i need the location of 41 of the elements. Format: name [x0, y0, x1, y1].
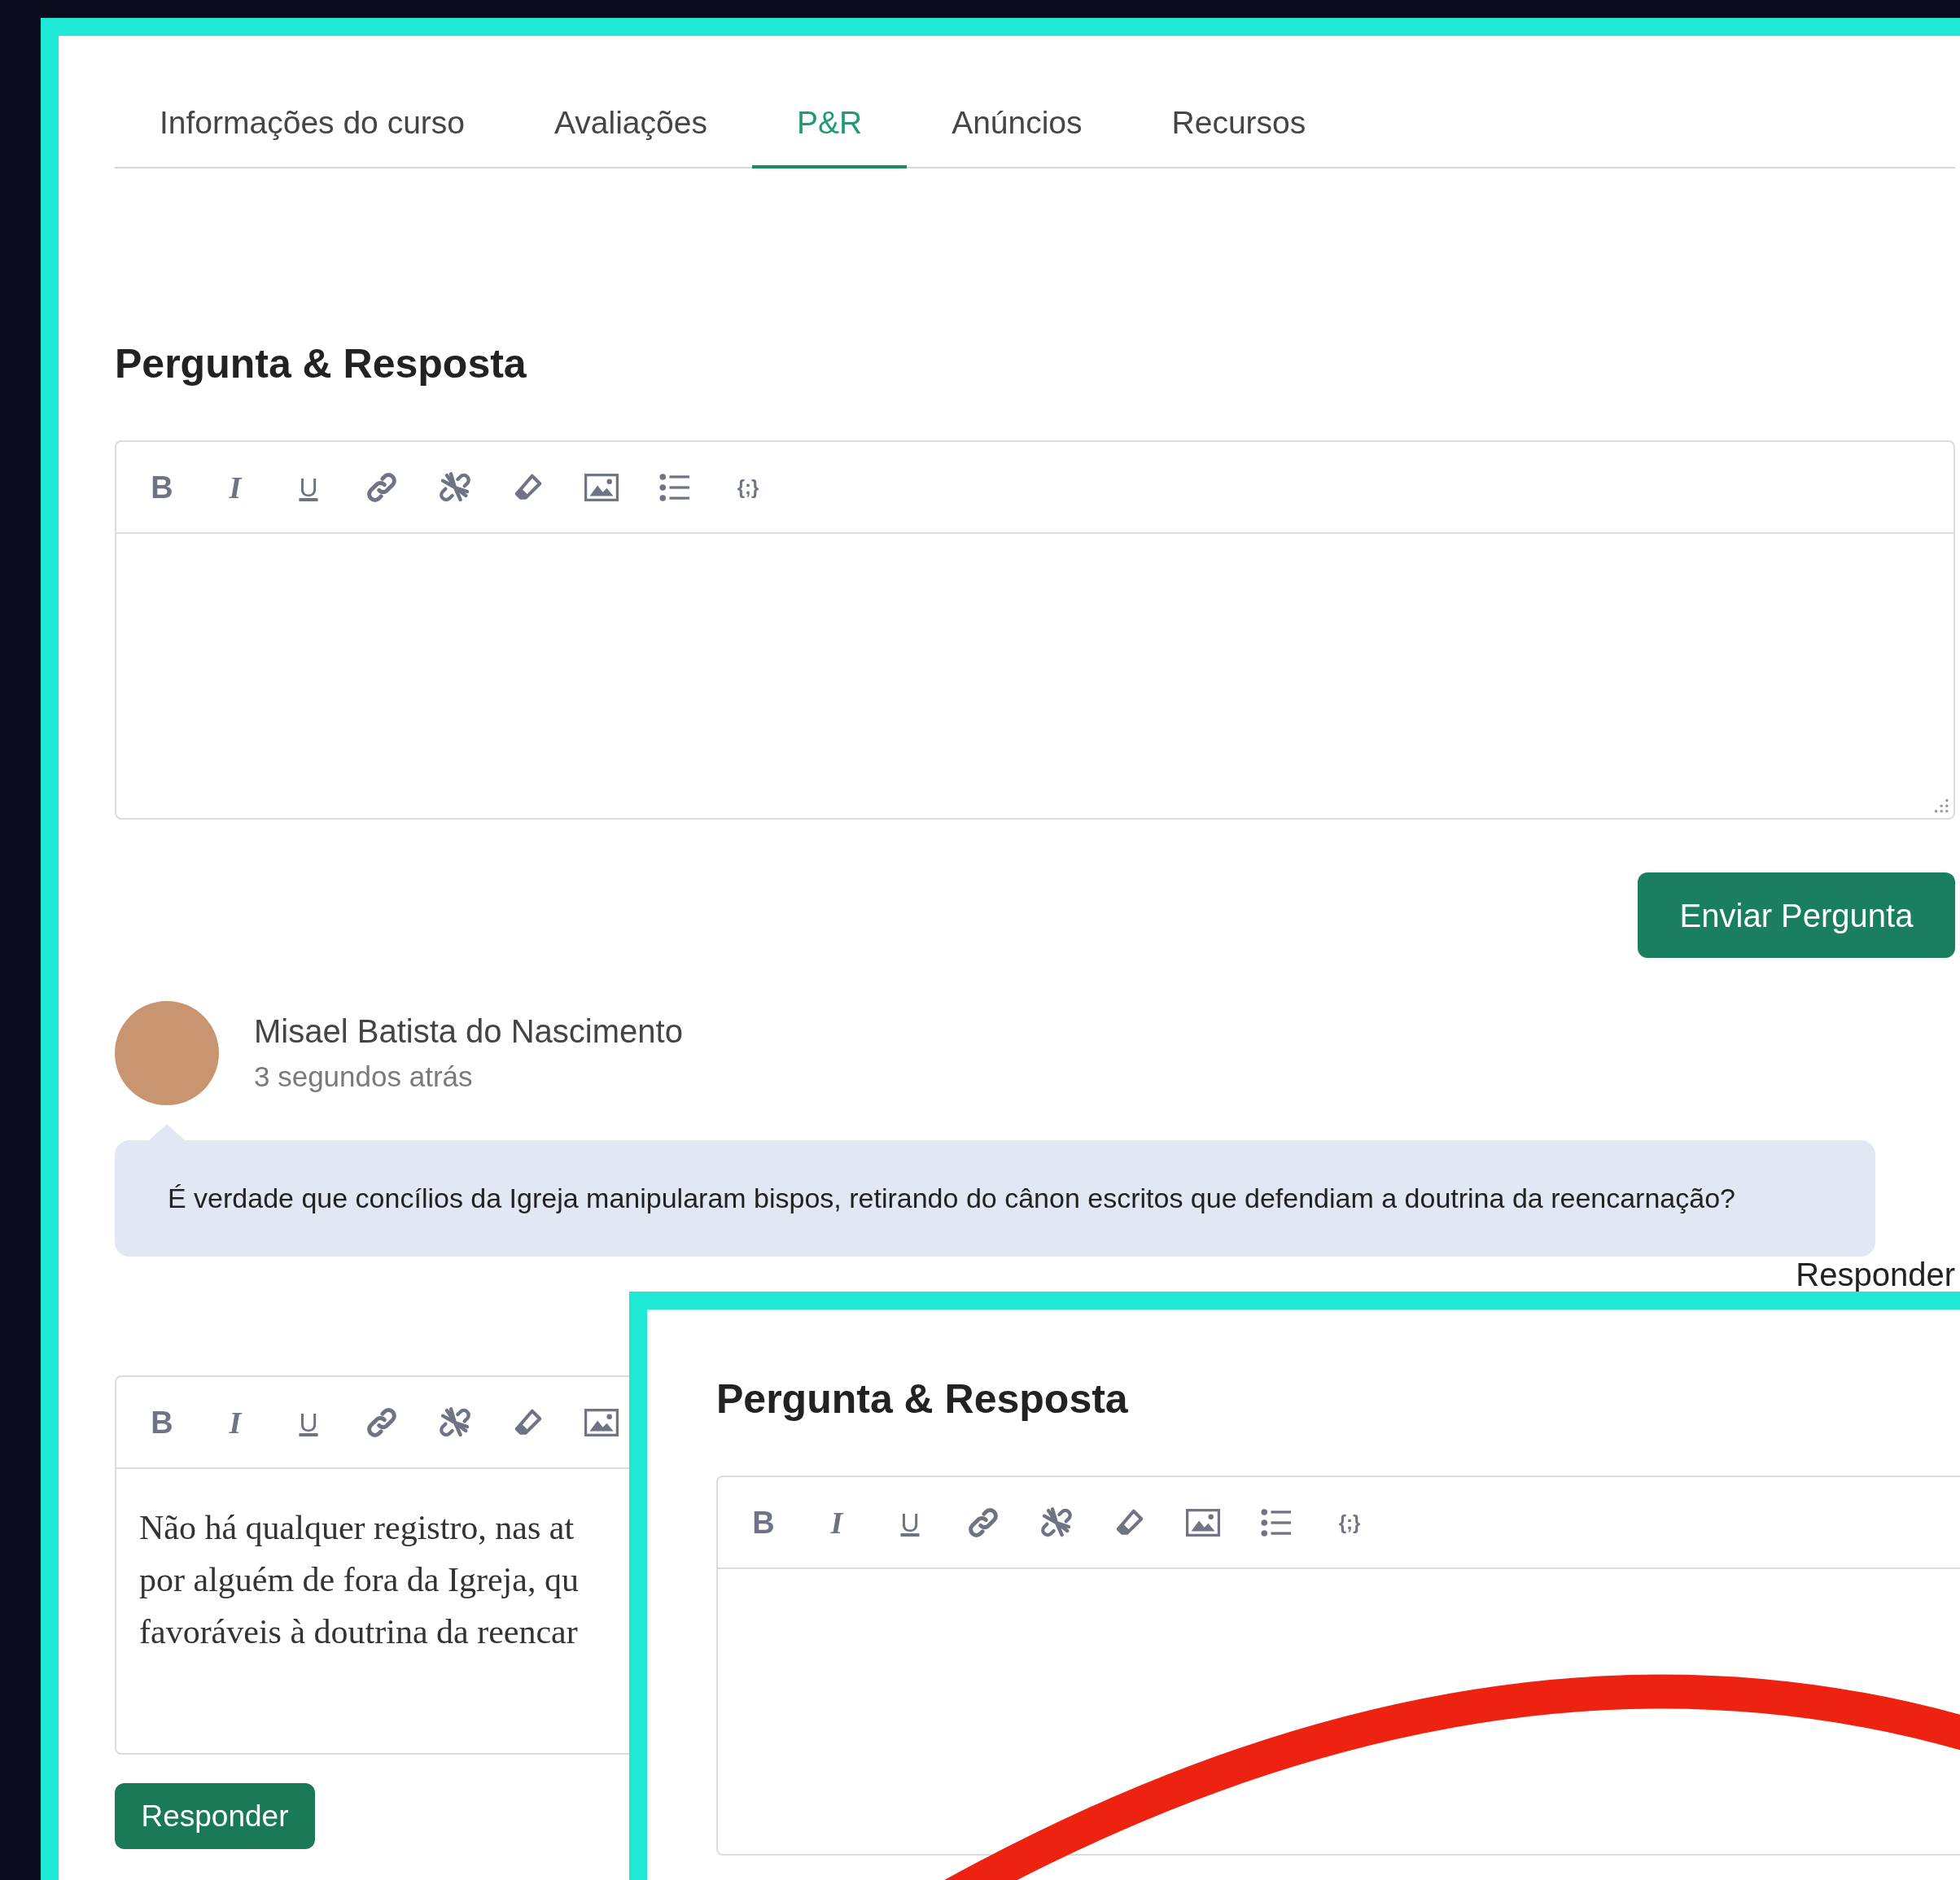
underline-button[interactable]: U [291, 469, 326, 505]
course-tab[interactable]: Recursos [1127, 105, 1351, 168]
answer-text-line: por alguém de fora da Igreja, qu [138, 1560, 580, 1600]
reply-link[interactable]: Responder [1796, 1258, 1955, 1291]
bold-button[interactable]: B [746, 1504, 781, 1541]
course-tab[interactable]: Anúncios [907, 105, 1127, 168]
italic-button[interactable]: I [217, 1404, 253, 1441]
text-editor[interactable]: B I U {;} [115, 440, 1955, 820]
image-icon [1186, 1508, 1220, 1537]
answer-text-line: Não há qualquer registro, nas at [138, 1508, 575, 1548]
list-icon [1260, 1507, 1293, 1537]
author-name: Misael Batista do Nascimento [254, 1012, 683, 1051]
course-tab[interactable]: P&R [751, 105, 908, 168]
italic-button[interactable]: I [819, 1504, 855, 1541]
broken-link-icon [439, 470, 471, 504]
post-time: 3 segundos atrás [254, 1060, 474, 1094]
link-icon [365, 470, 398, 504]
answer-text-line: favoráveis à doutrina da reencar [138, 1612, 579, 1652]
submit-question-button[interactable]: Enviar Pergunta [1638, 872, 1955, 958]
broken-link-icon [1040, 1506, 1073, 1539]
image-icon [584, 1408, 619, 1436]
underline-button[interactable]: U [291, 1404, 326, 1441]
underline-button[interactable]: U [892, 1504, 928, 1541]
section-heading: Pergunta & Resposta [716, 1375, 1129, 1423]
course-tab[interactable]: Avaliações [510, 105, 752, 168]
link-icon [365, 1406, 398, 1439]
bold-button[interactable]: B [144, 469, 180, 505]
code-block-button[interactable]: {;} [730, 469, 766, 505]
italic-button[interactable]: I [217, 469, 253, 505]
broken-link-icon [439, 1406, 471, 1439]
section-heading: Pergunta & Resposta [115, 340, 527, 388]
reply-button[interactable]: Responder [115, 1783, 315, 1849]
link-icon [967, 1506, 1000, 1539]
text-editor[interactable]: B I U {;} [716, 1476, 1960, 1856]
text-editor[interactable]: B I U Não há qualquer registro, nas at por alguém de fora da Igreja, qu favoráveis à doutrina da reencar [115, 1375, 629, 1755]
code-block-button[interactable]: {;} [1332, 1504, 1367, 1541]
bold-button[interactable]: B [144, 1404, 180, 1441]
question-bubble: É verdade que concílios da Igreja manipularam bispos, retirando do cânon escritos que defendiam a doutrina da reencarnação? [115, 1140, 1875, 1257]
image-icon [584, 473, 619, 501]
course-tab[interactable]: Informações do curso [115, 105, 510, 168]
list-icon [658, 472, 691, 502]
